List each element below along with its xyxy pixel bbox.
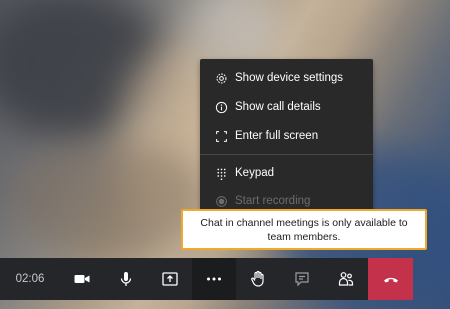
call-timer: 02:06 [0, 258, 60, 300]
menu-item-label: Start recording [235, 195, 311, 207]
chat-unavailable-tooltip: Chat in channel meetings is only availab… [181, 209, 427, 250]
menu-item-label: Enter full screen [235, 130, 319, 142]
more-options-button[interactable] [192, 258, 236, 300]
raise-hand-button[interactable] [236, 258, 280, 300]
menu-divider [200, 154, 373, 155]
chat-icon [295, 272, 309, 287]
participants-button[interactable] [324, 258, 368, 300]
chat-button[interactable] [280, 258, 324, 300]
share-screen-button[interactable] [148, 258, 192, 300]
record-icon [214, 194, 228, 208]
microphone-button[interactable] [104, 258, 148, 300]
raise-hand-icon [251, 270, 264, 287]
keypad-icon [214, 166, 228, 180]
hang-up-button[interactable] [368, 258, 413, 300]
menu-item-keypad[interactable]: Keypad [200, 159, 373, 187]
microphone-icon [120, 272, 132, 286]
hang-up-icon [383, 277, 398, 283]
share-screen-icon [162, 272, 178, 286]
menu-item-full-screen[interactable]: Enter full screen [200, 122, 373, 150]
menu-item-call-details[interactable]: Show call details [200, 93, 373, 121]
info-icon [214, 100, 228, 114]
more-options-icon [207, 277, 221, 281]
gear-icon [214, 71, 228, 85]
menu-item-label: Show call details [235, 101, 321, 113]
more-options-menu: Show device settings Show call details E… [200, 59, 373, 211]
call-control-bar: 02:06 [0, 258, 413, 300]
participants-icon [338, 272, 354, 286]
fullscreen-icon [214, 129, 228, 143]
menu-item-device-settings[interactable]: Show device settings [200, 64, 373, 92]
menu-item-label: Keypad [235, 167, 275, 179]
tooltip-text: Chat in channel meetings is only availab… [200, 216, 408, 243]
camera-icon [74, 275, 90, 283]
menu-item-label: Show device settings [235, 72, 344, 84]
camera-button[interactable] [60, 258, 104, 300]
